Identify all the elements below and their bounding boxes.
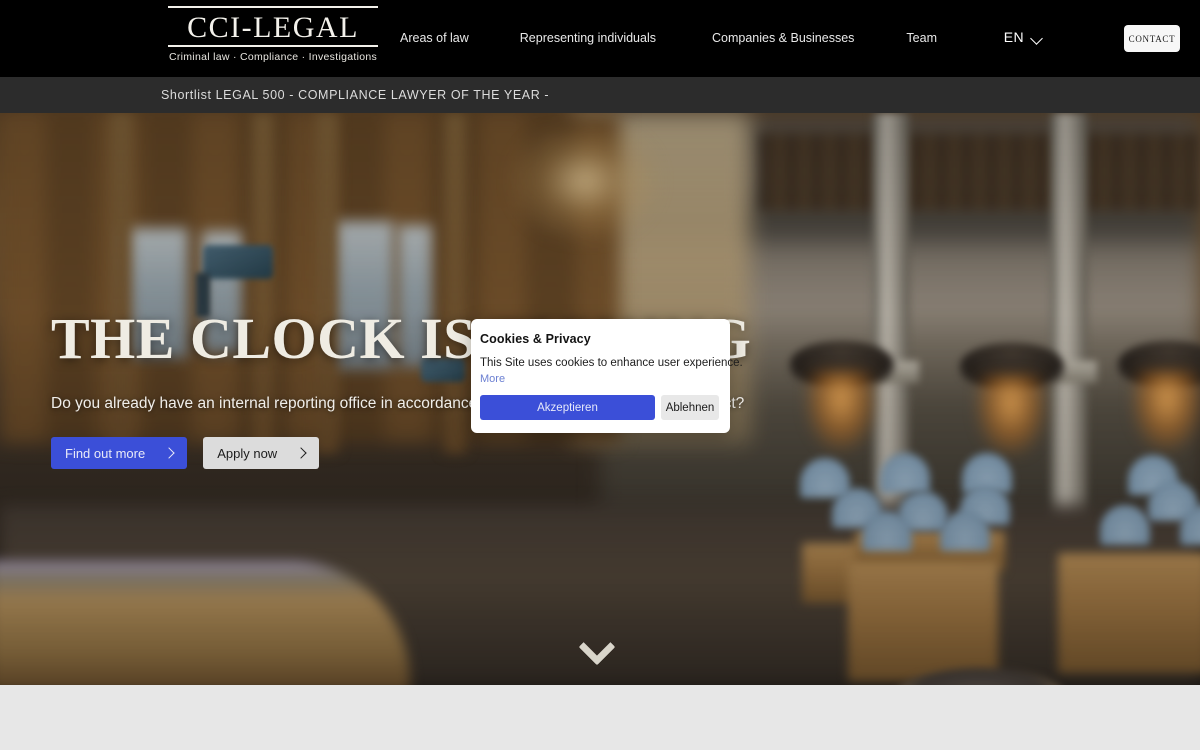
apply-now-button[interactable]: Apply now [203, 437, 319, 469]
chevron-down-icon [1032, 34, 1043, 41]
find-out-more-button[interactable]: Find out more [51, 437, 187, 469]
nav-item-companies-businesses[interactable]: Companies & Businesses [712, 31, 854, 45]
language-label: EN [1004, 29, 1024, 45]
logo-rule-bottom [168, 45, 378, 47]
chevron-right-icon [165, 449, 173, 457]
site-logo[interactable]: CCI-LEGAL Criminal law · Compliance · In… [168, 6, 378, 63]
site-header: CCI-LEGAL Criminal law · Compliance · In… [0, 0, 1200, 77]
contact-button[interactable]: CONTACT [1124, 25, 1180, 52]
language-selector[interactable]: EN [1004, 29, 1043, 45]
nav-item-areas-of-law[interactable]: Areas of law [400, 31, 469, 45]
chevron-right-icon [297, 449, 305, 457]
cookie-dialog-title: Cookies & Privacy [480, 332, 720, 346]
logo-rule-top [168, 6, 378, 8]
cookie-consent-dialog: Cookies & Privacy This Site uses cookies… [471, 319, 730, 433]
main-navigation: Areas of law Representing individuals Co… [400, 31, 937, 45]
cookie-dialog-body: This Site uses cookies to enhance user e… [480, 357, 720, 369]
find-out-more-label: Find out more [65, 446, 145, 461]
cookie-dialog-actions: Akzeptieren Ablehnen [480, 395, 720, 420]
nav-item-team[interactable]: Team [906, 31, 937, 45]
page-root: CCI-LEGAL Criminal law · Compliance · In… [0, 0, 1200, 750]
apply-now-label: Apply now [217, 446, 277, 461]
logo-tagline: Criminal law · Compliance · Investigatio… [168, 51, 378, 63]
announcement-ticker: Shortlist LEGAL 500 - COMPLIANCE LAWYER … [0, 77, 1200, 113]
cookie-decline-button[interactable]: Ablehnen [661, 395, 719, 420]
scroll-down-chevron-icon[interactable] [580, 634, 614, 654]
cookie-more-link[interactable]: More [480, 373, 720, 385]
cookie-accept-button[interactable]: Akzeptieren [480, 395, 655, 420]
hero-cta-group: Find out more Apply now [51, 437, 1151, 469]
logo-wordmark: CCI-LEGAL [168, 11, 378, 44]
below-fold-section [0, 685, 1200, 750]
ticker-text: Shortlist LEGAL 500 - COMPLIANCE LAWYER … [161, 88, 549, 102]
nav-item-representing-individuals[interactable]: Representing individuals [520, 31, 656, 45]
